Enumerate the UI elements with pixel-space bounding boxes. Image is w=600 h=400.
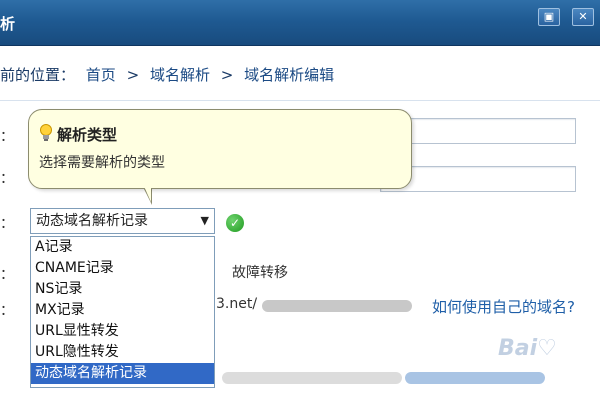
title-bar: 析 ▣ ✕ xyxy=(0,0,600,46)
tooltip-body: 选择需要解析的类型 xyxy=(39,155,165,171)
breadcrumb-home[interactable]: 首页 xyxy=(86,66,116,84)
row-label-value: ： xyxy=(0,303,14,319)
tooltip: 解析类型 选择需要解析的类型 xyxy=(28,109,412,189)
tooltip-title: 解析类型 xyxy=(57,126,118,144)
breadcrumb-separator: > xyxy=(220,66,234,84)
row-label-host: ： xyxy=(0,129,14,145)
failover-text: 故障转移 xyxy=(232,265,288,281)
row-label-type: ： xyxy=(0,216,14,232)
check-icon: ✓ xyxy=(226,214,244,232)
breadcrumb: 前的位置： 首页 > 域名解析 > 域名解析编辑 xyxy=(0,64,340,94)
help-domain-link[interactable]: 如何使用自己的域名? xyxy=(432,296,575,317)
breadcrumb-dns[interactable]: 域名解析 xyxy=(150,66,210,84)
redacted-text xyxy=(262,300,412,312)
tooltip-tail-fill xyxy=(143,184,151,202)
redacted-text xyxy=(222,372,402,384)
record-type-value: 动态域名解析记录 xyxy=(36,213,148,229)
divider xyxy=(0,100,600,101)
option-url-explicit[interactable]: URL显性转发 xyxy=(31,321,214,342)
breadcrumb-separator: > xyxy=(126,66,140,84)
breadcrumb-dns-edit: 域名解析编辑 xyxy=(244,66,335,84)
restore-icon: ▣ xyxy=(543,10,555,23)
breadcrumb-prefix: 前的位置： xyxy=(0,66,76,84)
close-icon: ✕ xyxy=(578,10,588,23)
option-cname-record[interactable]: CNAME记录 xyxy=(31,258,214,279)
option-dynamic-dns[interactable]: 动态域名解析记录 xyxy=(31,363,214,384)
close-window-button[interactable]: ✕ xyxy=(572,8,594,26)
restore-window-button[interactable]: ▣ xyxy=(538,8,560,26)
row-label-domain: ： xyxy=(0,171,14,187)
option-mx-record[interactable]: MX记录 xyxy=(31,300,214,321)
record-type-select[interactable]: 动态域名解析记录 ▼ xyxy=(30,208,215,234)
option-url-implicit[interactable]: URL隐性转发 xyxy=(31,342,214,363)
chevron-down-icon: ▼ xyxy=(200,214,209,227)
row-label-failover: ： xyxy=(0,267,14,283)
option-ns-record[interactable]: NS记录 xyxy=(31,279,214,300)
window-title: 析 xyxy=(0,15,16,33)
domain-value-partial: 3.net/ xyxy=(216,296,258,312)
record-type-dropdown[interactable]: A记录 CNAME记录 NS记录 MX记录 URL显性转发 URL隐性转发 动态… xyxy=(30,236,215,388)
lightbulb-icon xyxy=(40,124,52,141)
watermark: Bai♡ xyxy=(498,336,557,361)
redacted-link xyxy=(405,372,545,384)
option-a-record[interactable]: A记录 xyxy=(31,237,214,258)
